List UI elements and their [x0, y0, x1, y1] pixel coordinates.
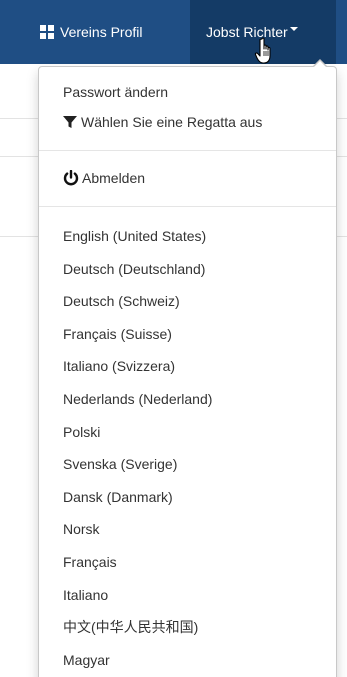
language-label: English (United States)	[63, 228, 207, 244]
menu-item-label: Passwort ändern	[63, 84, 169, 100]
menu-item-label: Wählen Sie eine Regatta aus	[81, 114, 263, 130]
language-item[interactable]: Magyar	[63, 649, 110, 671]
language-label: Svenska (Sverige)	[63, 456, 178, 473]
language-item[interactable]: Dansk (Danmark)	[63, 486, 173, 508]
language-label: Deutsch (Schweiz)	[63, 293, 180, 310]
language-label: Nederlands (Nederland)	[63, 391, 213, 407]
language-label: Italiano (Svizzera)	[63, 358, 176, 375]
nav-vereins-profil[interactable]: Vereins Profil	[32, 0, 152, 64]
caret-down-icon	[289, 27, 298, 31]
language-label: Français (Suisse)	[63, 325, 172, 342]
filter-icon	[63, 116, 77, 128]
power-off-icon	[63, 170, 79, 186]
language-item[interactable]: Deutsch (Schweiz)	[63, 290, 180, 312]
language-item[interactable]: English (United States)	[63, 225, 206, 247]
language-label: Italiano	[63, 586, 109, 603]
nav-user-label: Jobst Richter	[206, 24, 288, 40]
language-label: Polski	[63, 423, 101, 440]
language-item[interactable]: Nederlands (Nederland)	[63, 388, 212, 410]
hand-pointer-cursor-icon	[254, 37, 271, 64]
user-dropdown-menu: Passwort ändern Wählen Sie eine Regatta …	[38, 66, 337, 677]
language-label: Dansk (Danmark)	[63, 488, 173, 505]
language-item[interactable]: Norsk	[63, 518, 100, 540]
dropdown-arrow-inner	[314, 61, 326, 67]
menu-item-change-password[interactable]: Passwort ändern	[63, 81, 168, 103]
language-label: Magyar	[63, 651, 110, 668]
language-label: Deutsch (Deutschland)	[63, 260, 206, 277]
menu-item-logout[interactable]: Abmelden	[63, 167, 145, 189]
language-item[interactable]: 中文(中华人民共和国)	[63, 616, 198, 638]
th-large-icon	[40, 25, 54, 39]
language-label: 中文(中华人民共和国)	[63, 619, 199, 636]
page: Vereins Profil Jobst Richter Passwort än…	[0, 0, 347, 677]
menu-divider	[39, 150, 336, 151]
language-label: Norsk	[63, 521, 100, 538]
menu-divider	[39, 206, 336, 207]
top-navbar: Vereins Profil Jobst Richter	[0, 0, 347, 64]
language-item[interactable]: Svenska (Sverige)	[63, 453, 177, 475]
nav-profile-label: Vereins Profil	[60, 24, 143, 40]
language-item[interactable]: Deutsch (Deutschland)	[63, 258, 205, 280]
language-label: Français	[63, 554, 117, 570]
language-item[interactable]: Français	[63, 551, 117, 573]
language-item[interactable]: Polski	[63, 421, 100, 443]
language-item[interactable]: Italiano	[63, 584, 108, 606]
menu-item-select-regatta[interactable]: Wählen Sie eine Regatta aus	[63, 111, 262, 133]
menu-item-label: Abmelden	[82, 170, 146, 186]
language-item[interactable]: Italiano (Svizzera)	[63, 355, 175, 377]
language-item[interactable]: Français (Suisse)	[63, 323, 172, 345]
